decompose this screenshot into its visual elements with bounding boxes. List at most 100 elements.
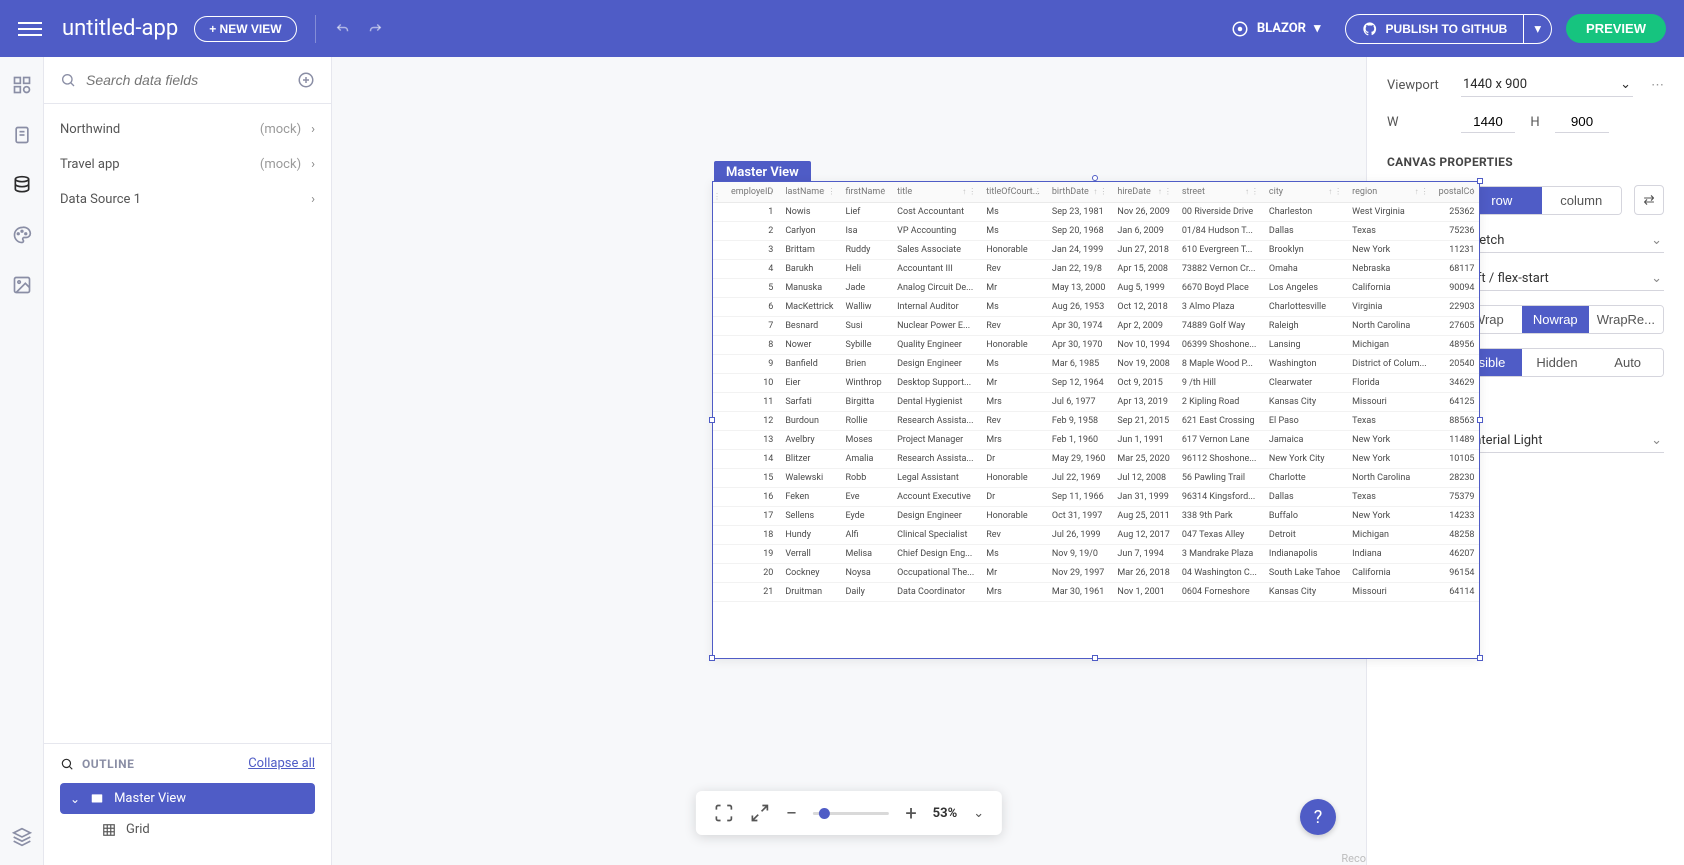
table-row[interactable]: 15WalewskiRobbLegal AssistantHonorableJu… bbox=[713, 469, 1480, 488]
column-header[interactable]: titleOfCourt...↑ ⋮ bbox=[980, 182, 1046, 203]
wrap-reverse-button[interactable]: WrapRe... bbox=[1589, 306, 1663, 333]
preview-button[interactable]: PREVIEW bbox=[1566, 14, 1666, 43]
resize-handle-br[interactable] bbox=[1477, 655, 1483, 661]
valign-select[interactable]: Stretch ⌄ bbox=[1461, 229, 1664, 253]
table-row[interactable]: 17SellensEydeDesign EngineerHonorableOct… bbox=[713, 507, 1480, 526]
reco-stub: Reco bbox=[1341, 852, 1366, 865]
nowrap-button[interactable]: Nowrap bbox=[1522, 306, 1589, 333]
column-header[interactable]: lastName↑ ⋮ bbox=[779, 182, 839, 203]
chevron-down-icon: ▾ bbox=[1314, 21, 1321, 36]
halign-select[interactable]: Left / flex-start ⌄ bbox=[1461, 267, 1664, 291]
resize-handle-bl[interactable] bbox=[709, 655, 715, 661]
theme-select[interactable]: Material Light ⌄ bbox=[1461, 429, 1664, 453]
datasource-name: Travel app bbox=[60, 157, 260, 172]
column-header[interactable]: postalCo↑ ⋮ bbox=[1433, 182, 1480, 203]
undo-icon[interactable] bbox=[334, 20, 352, 38]
menu-icon[interactable] bbox=[18, 17, 42, 41]
viewport-label: Viewport bbox=[1387, 78, 1449, 93]
data-grid[interactable]: ⋮employeID↑ ⋮lastName↑ ⋮firstName↑ ⋮titl… bbox=[713, 182, 1480, 602]
table-row[interactable]: 3BrittamRuddySales AssociateHonorableJan… bbox=[713, 241, 1480, 260]
search-input[interactable] bbox=[86, 72, 287, 88]
help-fab[interactable]: ? bbox=[1300, 799, 1336, 835]
chevron-right-icon: › bbox=[311, 192, 315, 207]
resize-handle-right[interactable] bbox=[1477, 417, 1483, 423]
table-row[interactable]: 8NowerSybilleQuality EngineerHonorableAp… bbox=[713, 336, 1480, 355]
datasource-item[interactable]: Data Source 1› bbox=[44, 182, 331, 217]
swap-direction-icon[interactable]: ⇄ bbox=[1634, 185, 1664, 215]
chevron-down-icon: ⌄ bbox=[1651, 271, 1662, 286]
layers-icon[interactable] bbox=[12, 827, 32, 847]
zoom-in-icon[interactable]: + bbox=[905, 801, 916, 825]
overflow-auto-button[interactable]: Auto bbox=[1592, 349, 1663, 376]
table-row[interactable]: 11SarfatiBirgittaDental HygienistMrsJul … bbox=[713, 393, 1480, 412]
components-icon[interactable] bbox=[12, 75, 32, 95]
canvas-area[interactable]: Master View ⋮employeID↑ ⋮lastName↑ ⋮firs… bbox=[332, 57, 1366, 865]
datasource-item[interactable]: Travel app(mock)› bbox=[44, 147, 331, 182]
add-datasource-icon[interactable] bbox=[297, 71, 315, 89]
zoom-slider[interactable] bbox=[813, 812, 889, 815]
resize-handle-left[interactable] bbox=[709, 417, 715, 423]
table-row[interactable]: 2CarlyonIsaVP AccountingMsSep 20, 1968Ja… bbox=[713, 222, 1480, 241]
framework-label: BLAZOR bbox=[1257, 21, 1306, 36]
table-row[interactable]: 16FekenEveAccount ExecutiveDrSep 11, 196… bbox=[713, 488, 1480, 507]
overflow-toggle: Visible Hidden Auto bbox=[1450, 348, 1664, 377]
more-icon[interactable]: ⋯ bbox=[1651, 78, 1664, 93]
outline-node-master-view[interactable]: ⌄ Master View bbox=[60, 783, 315, 814]
palette-icon[interactable] bbox=[12, 225, 32, 245]
new-view-button[interactable]: + NEW VIEW bbox=[194, 16, 296, 42]
fullscreen-icon[interactable] bbox=[750, 803, 770, 823]
outline-node-grid[interactable]: Grid bbox=[60, 814, 315, 845]
document-icon[interactable] bbox=[12, 125, 32, 145]
publish-dropdown[interactable]: ▾ bbox=[1524, 14, 1552, 44]
table-row[interactable]: 20CockneyNoysaOccupational The...MrNov 2… bbox=[713, 564, 1480, 583]
resize-handle-bottom[interactable] bbox=[1092, 655, 1098, 661]
column-header[interactable]: birthDate↑ ⋮ bbox=[1046, 182, 1112, 203]
canvas-props-title: CANVAS PROPERTIES bbox=[1387, 155, 1664, 169]
column-header[interactable]: employeID↑ ⋮ bbox=[725, 182, 779, 203]
overflow-hidden-button[interactable]: Hidden bbox=[1522, 349, 1593, 376]
table-row[interactable]: 5ManuskaJadeAnalog Circuit De...MrMay 13… bbox=[713, 279, 1480, 298]
outline-title: OUTLINE bbox=[82, 757, 134, 771]
table-row[interactable]: 19VerrallMelisaChief Design Eng...MsNov … bbox=[713, 545, 1480, 564]
zoom-dropdown-icon[interactable]: ⌄ bbox=[973, 806, 984, 821]
table-row[interactable]: 1NowisLiefCost AccountantMsSep 23, 1981N… bbox=[713, 203, 1480, 222]
table-row[interactable]: 4BarukhHeliAccountant IIIRevJan 22, 19/8… bbox=[713, 260, 1480, 279]
outline-section: OUTLINE Collapse all ⌄ Master View Grid bbox=[44, 743, 331, 865]
publish-label: PUBLISH TO GITHUB bbox=[1386, 22, 1508, 36]
table-row[interactable]: 13AvelbryMosesProject ManagerMrsFeb 1, 1… bbox=[713, 431, 1480, 450]
fit-screen-icon[interactable] bbox=[714, 803, 734, 823]
column-header[interactable]: firstName↑ ⋮ bbox=[839, 182, 891, 203]
collapse-all-link[interactable]: Collapse all bbox=[248, 756, 315, 771]
datasource-item[interactable]: Northwind(mock)› bbox=[44, 112, 331, 147]
table-row[interactable]: 18HundyAlfiClinical SpecialistRevJul 26,… bbox=[713, 526, 1480, 545]
column-header[interactable]: street↑ ⋮ bbox=[1176, 182, 1263, 203]
direction-toggle: row column bbox=[1461, 186, 1622, 215]
canvas-viewport[interactable]: ⋮employeID↑ ⋮lastName↑ ⋮firstName↑ ⋮titl… bbox=[712, 181, 1480, 659]
framework-selector[interactable]: BLAZOR ▾ bbox=[1231, 20, 1321, 38]
table-row[interactable]: 10EierWinthropDesktop Support...MrSep 12… bbox=[713, 374, 1480, 393]
column-header[interactable]: hireDate↑ ⋮ bbox=[1111, 182, 1175, 203]
table-row[interactable]: 7BesnardSusiNuclear Power E...RevApr 30,… bbox=[713, 317, 1480, 336]
slider-knob[interactable] bbox=[819, 808, 830, 819]
zoom-out-icon[interactable]: − bbox=[786, 801, 797, 825]
direction-column-button[interactable]: column bbox=[1542, 187, 1622, 214]
chevron-right-icon: › bbox=[311, 122, 315, 137]
resize-handle-tr[interactable] bbox=[1477, 178, 1483, 184]
table-row[interactable]: 6MacKettrickWalliwInternal AuditorMsAug … bbox=[713, 298, 1480, 317]
table-row[interactable]: 12BurdounRollieResearch Assista...RevFeb… bbox=[713, 412, 1480, 431]
column-header[interactable]: city↑ ⋮ bbox=[1263, 182, 1346, 203]
width-input[interactable] bbox=[1461, 111, 1515, 133]
redo-icon[interactable] bbox=[366, 20, 384, 38]
image-icon[interactable] bbox=[12, 275, 32, 295]
table-row[interactable]: 9BanfieldBrienDesign EngineerMsMar 6, 19… bbox=[713, 355, 1480, 374]
table-row[interactable]: 14BlitzerAmaliaResearch Assista...DrMay … bbox=[713, 450, 1480, 469]
viewport-select[interactable]: 1440 x 900 ⌄ bbox=[1461, 73, 1633, 97]
github-icon bbox=[1362, 21, 1378, 37]
resize-handle-top[interactable] bbox=[1092, 175, 1098, 181]
table-row[interactable]: 21DruitmanDailyData CoordinatorMrsMar 30… bbox=[713, 583, 1480, 602]
column-header[interactable]: title↑ ⋮ bbox=[891, 182, 980, 203]
column-header[interactable]: region↑ ⋮ bbox=[1346, 182, 1432, 203]
database-icon[interactable] bbox=[12, 175, 32, 195]
publish-button[interactable]: PUBLISH TO GITHUB bbox=[1345, 14, 1525, 44]
height-input[interactable] bbox=[1555, 111, 1609, 133]
